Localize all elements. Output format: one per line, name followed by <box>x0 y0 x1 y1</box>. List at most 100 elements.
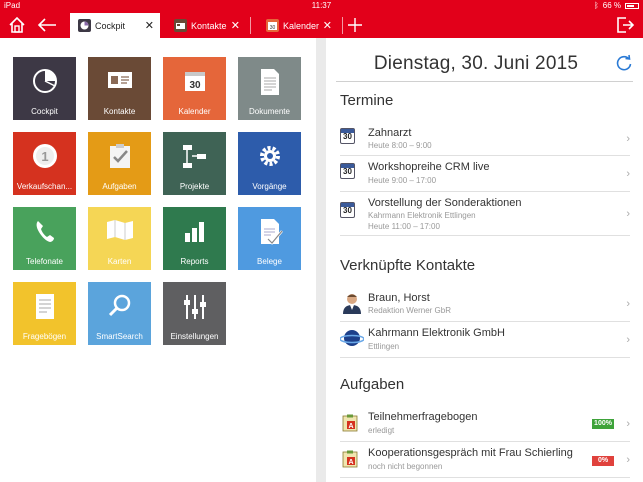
tile-telefonate[interactable]: Telefonate <box>13 207 76 270</box>
calendar-icon: 30 <box>340 202 355 218</box>
magnifier-icon <box>108 294 130 317</box>
tile-label: Karten <box>107 257 132 266</box>
sliders-icon <box>183 295 206 319</box>
termin-location: Kahrmann Elektronik Ettlingen <box>368 211 476 220</box>
pane-divider <box>316 38 326 482</box>
tile-smartsearch[interactable]: SmartSearch <box>88 282 151 345</box>
aufgabe-title: Kooperationsgespräch mit Frau Schierling <box>368 447 573 459</box>
svg-text:30: 30 <box>189 80 201 91</box>
calendar-icon: 30 <box>340 128 355 144</box>
date-heading: Dienstag, 30. Juni 2015 <box>373 53 579 74</box>
tile-vorgaenge[interactable]: Vorgänge <box>238 132 301 195</box>
kontakt-sub: Redaktion Werner GbR <box>368 306 451 315</box>
termin-row[interactable]: 30 Zahnarzt Heute 8:00 – 9:00 › <box>340 122 630 156</box>
tile-kontakte[interactable]: Kontakte <box>88 57 151 120</box>
battery-icon <box>625 2 639 9</box>
svg-text:A: A <box>348 423 353 430</box>
termine-heading: Termine <box>340 92 394 109</box>
tile-reports[interactable]: Reports <box>163 207 226 270</box>
calendar-icon: 30 <box>184 72 205 91</box>
calendar-icon: 30 <box>340 163 355 179</box>
close-icon[interactable]: ✕ <box>231 19 240 32</box>
bar-chart-icon <box>184 222 204 242</box>
tile-label: SmartSearch <box>96 332 143 341</box>
termin-time: Heute 9:00 – 17:00 <box>368 176 437 185</box>
tile-label: Dokumente <box>249 107 290 116</box>
status-bar: iPad 11:37 ᛒ 66 % <box>0 0 643 12</box>
tab-kalender[interactable]: 30 Kalender ✕ <box>258 13 338 38</box>
phone-icon <box>36 221 54 242</box>
aufgaben-heading: Aufgaben <box>340 376 405 393</box>
tile-karten[interactable]: Karten <box>88 207 151 270</box>
tile-label: Einstellungen <box>170 332 219 341</box>
aufgabe-row[interactable]: A Teilnehmerfragebogen erledigt 100% › <box>340 406 630 442</box>
clipboard-check-icon <box>109 144 130 168</box>
plus-icon <box>348 18 362 32</box>
receipt-check-icon <box>260 219 283 245</box>
termin-row[interactable]: 30 Vorstellung der Sonderaktionen Kahrma… <box>340 192 630 236</box>
termin-time: Heute 8:00 – 9:00 <box>368 141 432 150</box>
close-icon[interactable]: ✕ <box>323 19 332 32</box>
task-icon: A <box>342 450 358 473</box>
tile-cockpit[interactable]: Cockpit <box>13 57 76 120</box>
tile-belege[interactable]: Belege <box>238 207 301 270</box>
gear-icon <box>259 146 280 166</box>
divider <box>336 81 633 82</box>
termin-title: Workshopreihe CRM live <box>368 161 490 173</box>
tile-label: Reports <box>180 257 209 266</box>
tile-label: Cockpit <box>31 107 58 116</box>
tab-kontakte[interactable]: Kontakte ✕ <box>166 13 246 38</box>
termin-title: Zahnarzt <box>368 127 412 139</box>
aufgabe-title: Teilnehmerfragebogen <box>368 411 478 423</box>
number-one-icon: 1 <box>32 144 57 168</box>
refresh-icon <box>616 54 632 71</box>
aufgabe-status: erledigt <box>368 426 395 435</box>
back-button[interactable] <box>32 12 62 38</box>
tile-label: Aufgaben <box>102 182 137 191</box>
tab-cockpit[interactable]: Cockpit ✕ <box>70 13 160 38</box>
tile-dokumente[interactable]: Dokumente <box>238 57 301 120</box>
calendar-icon: 30 <box>266 19 279 32</box>
battery-percent: 66 % <box>602 1 621 10</box>
tile-verkaufschancen[interactable]: 1 Verkaufschan... <box>13 132 76 195</box>
kontakt-name: Kahrmann Elektronik GmbH <box>368 327 505 339</box>
tile-einstellungen[interactable]: Einstellungen <box>163 282 226 345</box>
kontakte-heading: Verknüpfte Kontakte <box>340 257 476 274</box>
map-icon <box>106 220 133 240</box>
add-tab-button[interactable] <box>340 12 370 38</box>
chevron-right-icon: › <box>626 298 630 310</box>
refresh-button[interactable] <box>615 54 633 77</box>
tile-projekte[interactable]: Projekte <box>163 132 226 195</box>
logout-button[interactable] <box>610 12 640 38</box>
tile-label: Fragebögen <box>22 332 67 341</box>
tile-label: Projekte <box>179 182 210 191</box>
chevron-right-icon: › <box>626 208 630 220</box>
app-grid: Cockpit Kontakte 30 Kalender Dokumente 1… <box>0 38 316 482</box>
tab-separator <box>250 17 251 34</box>
chevron-right-icon: › <box>626 168 630 180</box>
tab-label: Cockpit <box>95 20 126 31</box>
home-button[interactable] <box>2 12 32 38</box>
tile-label: Kalender <box>178 107 211 116</box>
document-icon <box>260 69 279 95</box>
tile-label: Verkaufschan... <box>16 182 73 191</box>
chevron-right-icon: › <box>626 454 630 466</box>
tile-aufgaben[interactable]: Aufgaben <box>88 132 151 195</box>
termin-row[interactable]: 30 Workshopreihe CRM live Heute 9:00 – 1… <box>340 156 630 192</box>
status-right: ᛒ 66 % <box>594 1 639 10</box>
home-icon <box>9 16 25 33</box>
close-icon[interactable]: ✕ <box>145 19 154 32</box>
svg-text:1: 1 <box>41 149 48 164</box>
aufgabe-row[interactable]: A Kooperationsgespräch mit Frau Schierli… <box>340 442 630 478</box>
tile-label: Kontakte <box>103 107 136 116</box>
tab-label: Kontakte <box>191 20 227 31</box>
kontakt-row[interactable]: Braun, Horst Redaktion Werner GbR › <box>340 287 630 322</box>
tab-label: Kalender <box>283 20 320 31</box>
arrow-left-icon <box>37 18 56 32</box>
tile-label: Belege <box>257 257 282 266</box>
tile-frageboegen[interactable]: Fragebögen <box>13 282 76 345</box>
tile-kalender[interactable]: 30 Kalender <box>163 57 226 120</box>
avatar <box>342 292 362 319</box>
kontakt-row[interactable]: Kahrmann Elektronik GmbH Ettlingen › <box>339 322 630 358</box>
svg-text:A: A <box>348 459 353 466</box>
